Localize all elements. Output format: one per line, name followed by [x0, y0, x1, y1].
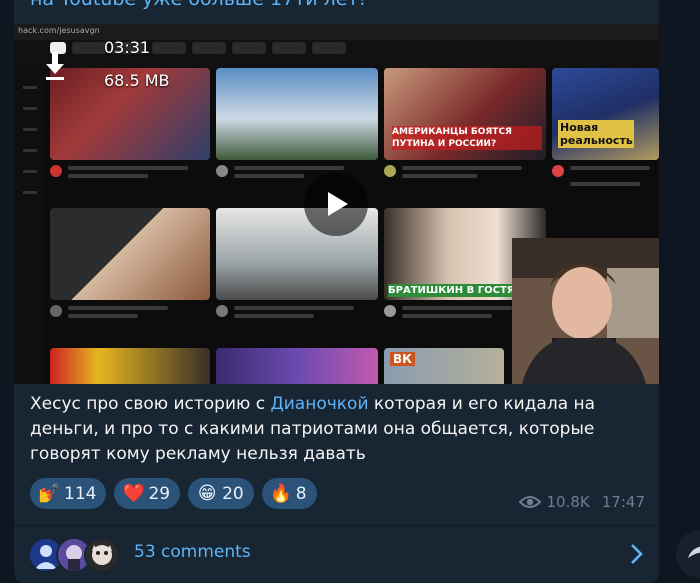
video-player[interactable]: hack.com/jesusavgn АМЕРИКАНЦЫ БОЯТСЯ ПУТ… — [14, 24, 659, 384]
streamer-webcam-image — [512, 238, 659, 384]
nail-polish-icon: 💅 — [38, 483, 61, 504]
comments-bar[interactable]: 53 comments — [14, 525, 659, 583]
download-arrow-icon[interactable] — [45, 50, 65, 80]
share-button[interactable] — [676, 530, 700, 578]
thumbnail-4: Новая реальность — [552, 68, 659, 160]
video-duration: 03:31 — [104, 38, 151, 57]
fire-icon: 🔥 — [269, 483, 293, 504]
thumbnail-3: АМЕРИКАНЦЫ БОЯТСЯ ПУТИНА И РОССИИ? — [384, 68, 546, 160]
caption-text-start: Хесус про свою историю с — [30, 394, 271, 414]
reaction-count: 8 — [295, 483, 307, 504]
comments-count[interactable]: 53 comments — [134, 542, 251, 562]
thumbnail-2 — [216, 68, 378, 160]
message-stats: 10.8K 17:47 — [518, 493, 645, 511]
category-chips — [50, 42, 346, 56]
reaction-nail-polish[interactable]: 💅 114 — [30, 478, 107, 509]
caption-link[interactable]: Дианочкой — [270, 394, 368, 414]
reaction-fire[interactable]: 🔥 8 — [261, 478, 317, 509]
reaction-count: 20 — [222, 483, 244, 504]
message-time: 17:47 — [601, 493, 645, 511]
play-icon — [328, 192, 348, 216]
eye-icon — [518, 496, 541, 508]
youtube-sidebar — [14, 68, 46, 384]
thumbnail-9 — [216, 348, 378, 384]
reaction-count: 29 — [148, 483, 171, 504]
reaction-heart[interactable]: ❤️ 29 — [114, 478, 181, 509]
message-bubble: на Youtube уже больше 17ти лет! hack.com… — [14, 0, 659, 583]
reactions-row: 💅 114 ❤️ 29 😁 20 🔥 8 — [30, 478, 317, 509]
webcam-overlay — [512, 238, 659, 384]
play-button[interactable] — [304, 172, 368, 236]
grin-icon: 😁 — [197, 483, 217, 504]
reaction-count: 114 — [64, 483, 97, 504]
thumbnail-10: ВК — [384, 348, 504, 384]
thumbnail-4-title: Новая реальность — [558, 120, 634, 148]
thumbnail-10-title: ВК — [390, 352, 415, 366]
message-caption: Хесус про свою историю с Дианочкой котор… — [30, 392, 642, 467]
chevron-right-icon[interactable] — [629, 543, 643, 565]
view-count: 10.8K — [546, 493, 590, 511]
thumbnail-5 — [50, 208, 210, 300]
commenter-avatars — [28, 537, 138, 573]
thumbnail-3-title: АМЕРИКАНЦЫ БОЯТСЯ ПУТИНА И РОССИИ? — [392, 126, 542, 150]
browser-url-text: hack.com/jesusavgn — [18, 26, 100, 35]
reaction-grin[interactable]: 😁 20 — [188, 478, 254, 509]
share-arrow-icon — [688, 546, 700, 558]
previous-message-text: на Youtube уже больше 17ти лет! — [30, 0, 366, 10]
avatar — [84, 537, 120, 573]
thumbnail-8 — [50, 348, 210, 384]
video-file-size: 68.5 MB — [104, 71, 170, 90]
heart-icon: ❤️ — [122, 483, 145, 504]
